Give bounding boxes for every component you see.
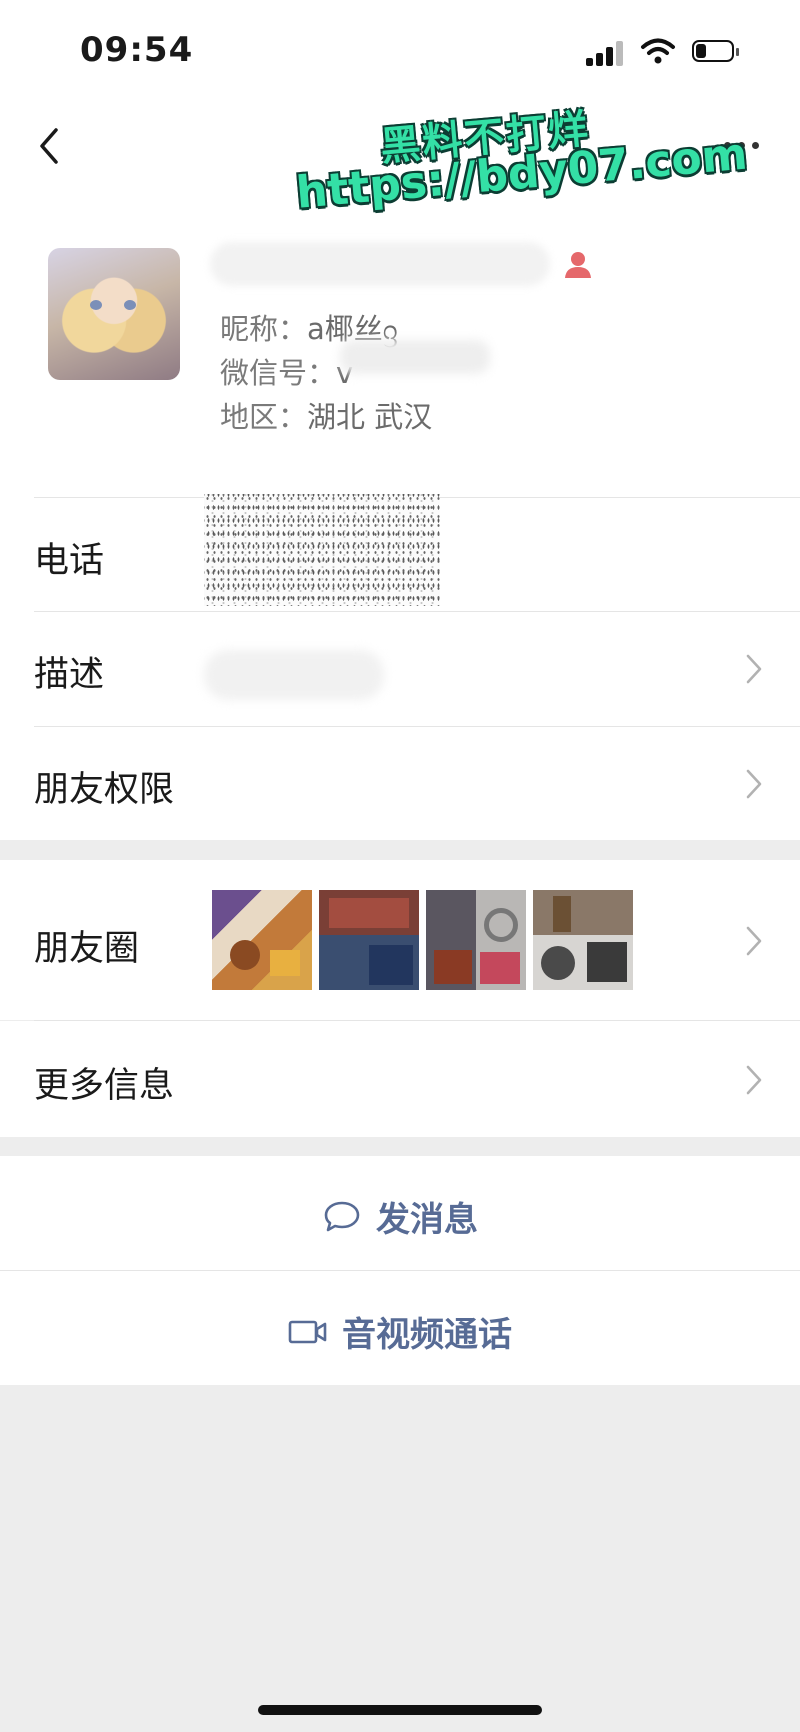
chevron-right-icon <box>746 769 762 799</box>
back-icon[interactable] <box>30 122 70 170</box>
chat-bubble-icon <box>324 1201 360 1231</box>
chevron-right-icon <box>746 1065 762 1095</box>
description-label: 描述 <box>34 655 105 695</box>
video-call-label: 音视频通话 <box>342 1315 512 1355</box>
wechat-id-redacted <box>340 340 490 374</box>
moments-thumbnail <box>426 890 526 990</box>
name-redacted <box>210 242 550 286</box>
signal-icon <box>586 40 626 66</box>
chevron-right-icon <box>746 654 762 684</box>
description-redacted <box>204 650 384 700</box>
wifi-icon <box>640 36 676 66</box>
friend-permissions-label: 朋友权限 <box>34 770 175 810</box>
friend-permissions-row[interactable]: 朋友权限 <box>0 727 800 840</box>
moments-label: 朋友圈 <box>34 929 140 969</box>
phone-number-redacted <box>204 494 440 606</box>
person-icon <box>562 248 594 280</box>
battery-icon <box>692 40 742 66</box>
nickname-label: 昵称： <box>220 312 308 346</box>
chevron-right-icon <box>746 926 762 956</box>
profile-header: 昵称：a椰丝ᦋ 微信号：v 地区：湖北 武汉 <box>0 230 800 460</box>
more-info-row[interactable]: 更多信息 <box>0 1021 800 1137</box>
send-message-button[interactable]: 发消息 <box>0 1156 800 1270</box>
wechat-id-label: 微信号： <box>220 356 337 390</box>
region-value: 湖北 武汉 <box>307 400 433 434</box>
send-message-label: 发消息 <box>376 1200 478 1240</box>
description-row[interactable]: 描述 <box>0 612 800 725</box>
moments-thumbnail <box>319 890 419 990</box>
region-label: 地区： <box>220 400 308 434</box>
wechat-id-line: 微信号：v <box>220 350 353 392</box>
status-time: 09:54 <box>80 30 194 70</box>
more-info-label: 更多信息 <box>34 1066 175 1106</box>
home-indicator <box>258 1705 542 1715</box>
moments-thumbnail <box>533 890 633 990</box>
avatar[interactable] <box>48 248 180 380</box>
video-call-button[interactable]: 音视频通话 <box>0 1271 800 1385</box>
region-line: 地区：湖北 武汉 <box>220 394 432 436</box>
moments-thumbnail <box>212 890 312 990</box>
phone-label: 电话 <box>34 541 105 581</box>
video-camera-icon <box>288 1320 327 1343</box>
